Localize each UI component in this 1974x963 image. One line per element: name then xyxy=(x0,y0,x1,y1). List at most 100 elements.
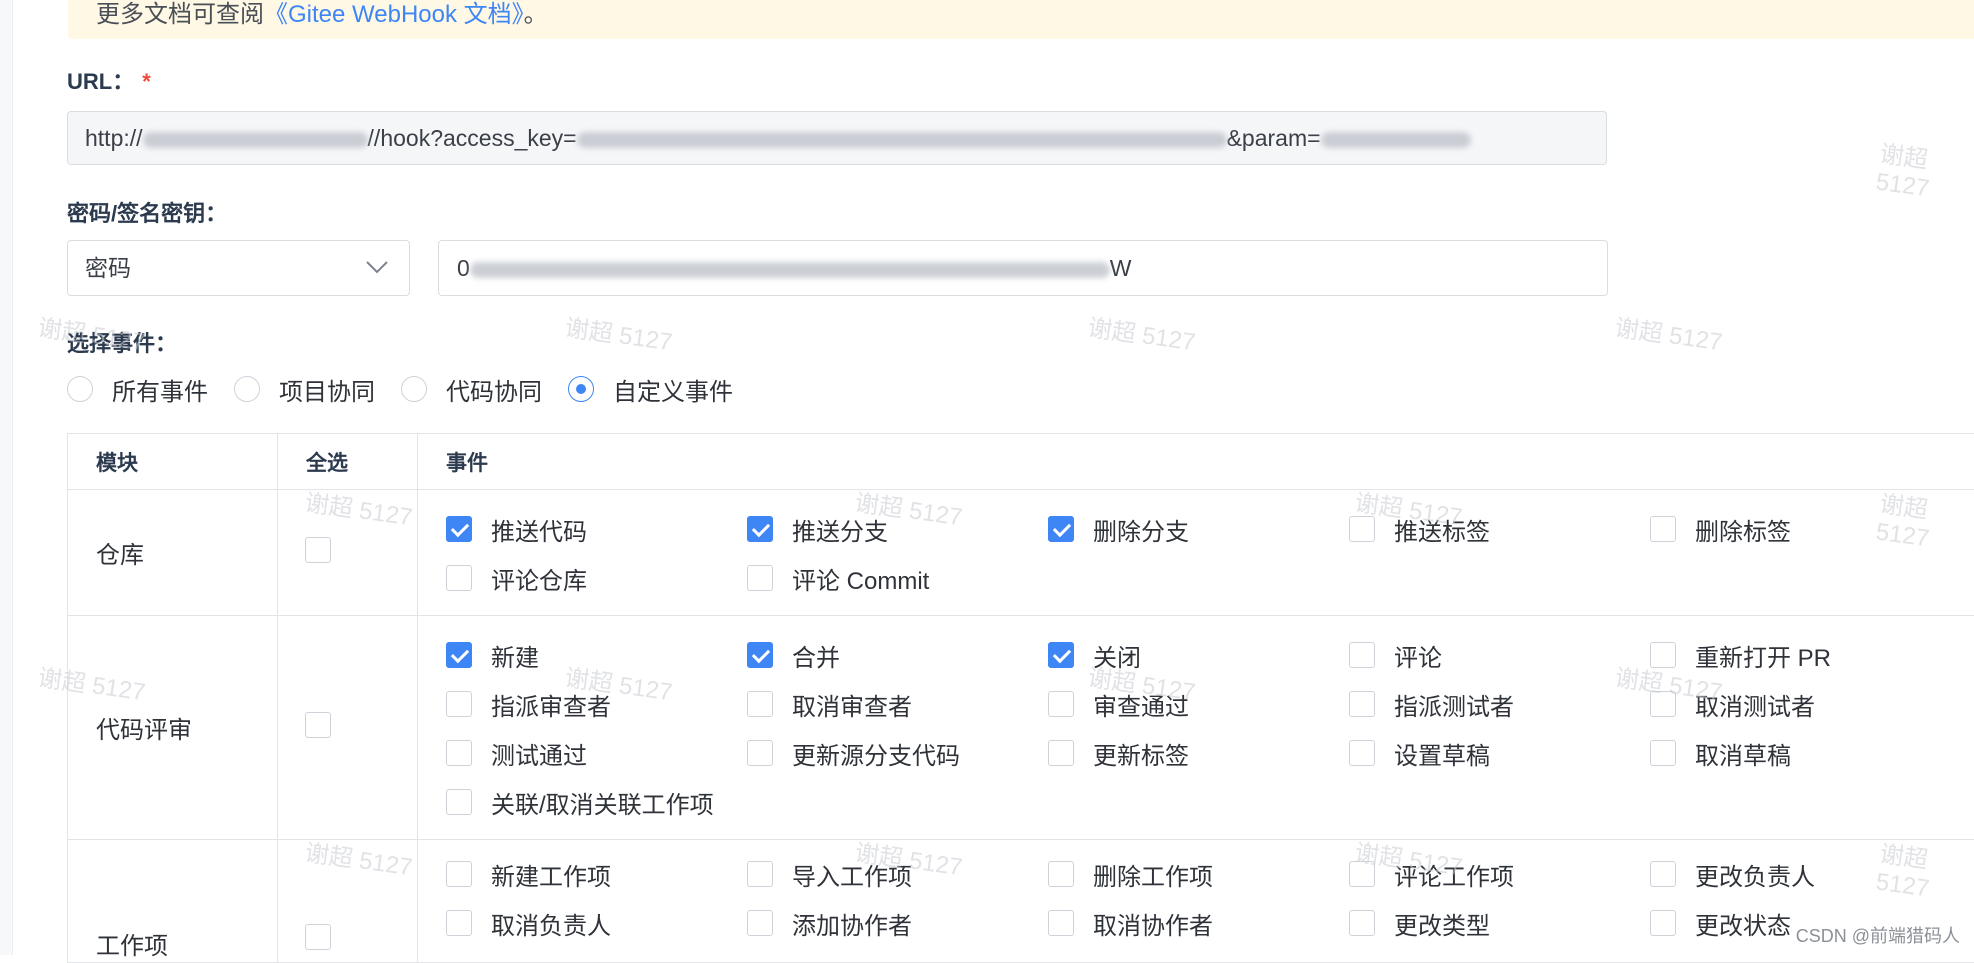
event-checkbox[interactable]: 更改负责人 xyxy=(1650,860,1951,888)
event-label: 重新打开 PR xyxy=(1695,638,1831,673)
event-checkbox[interactable]: 评论工作项 xyxy=(1349,860,1650,888)
table-row: 代码评审新建合并关闭评论重新打开 PR指派审查者取消审查者审查通过指派测试者取消… xyxy=(68,616,1974,840)
checkbox-unchecked xyxy=(1349,642,1375,668)
event-checkbox[interactable]: 审查通过 xyxy=(1048,690,1349,718)
event-checkbox[interactable]: 指派测试者 xyxy=(1349,690,1650,718)
url-field[interactable]: http:////hook?access_key=&param= xyxy=(67,111,1607,165)
checkbox-unchecked xyxy=(446,691,472,717)
url-value-end: &param= xyxy=(1227,125,1321,151)
event-checkbox[interactable]: 评论仓库 xyxy=(446,564,747,592)
event-checkbox[interactable]: 取消协作者 xyxy=(1048,909,1349,937)
checkbox-unchecked xyxy=(747,565,773,591)
checkbox-unchecked xyxy=(446,910,472,936)
event-checkbox[interactable]: 测试通过 xyxy=(446,739,747,767)
event-label: 指派测试者 xyxy=(1394,687,1514,722)
event-label: 评论 Commit xyxy=(792,561,929,596)
event-type-radio-group: 所有事件 项目协同 代码协同 自定义事件 xyxy=(67,372,759,406)
secret-type-value: 密码 xyxy=(85,255,131,281)
module-name: 代码评审 xyxy=(68,616,278,840)
events-label: 选择事件： xyxy=(67,326,177,358)
radio-label: 自定义事件 xyxy=(613,372,733,407)
event-label: 取消协作者 xyxy=(1093,906,1213,941)
event-label: 合并 xyxy=(792,638,840,673)
event-label: 更改状态 xyxy=(1695,906,1791,941)
radio-all-events[interactable]: 所有事件 xyxy=(67,372,208,407)
event-checkbox[interactable]: 重新打开 PR xyxy=(1650,641,1951,669)
checkbox-unchecked xyxy=(747,691,773,717)
event-checkbox[interactable]: 取消草稿 xyxy=(1650,739,1951,767)
checkbox-checked xyxy=(747,642,773,668)
secret-type-select[interactable]: 密码 xyxy=(67,240,410,296)
events-cell: 新建合并关闭评论重新打开 PR指派审查者取消审查者审查通过指派测试者取消测试者测… xyxy=(418,616,1974,840)
select-all-checkbox[interactable] xyxy=(305,537,331,563)
redacted-secret xyxy=(470,262,1110,278)
event-checkbox[interactable]: 取消负责人 xyxy=(446,909,747,937)
event-checkbox[interactable]: 推送代码 xyxy=(446,515,747,543)
event-checkbox[interactable]: 推送标签 xyxy=(1349,515,1650,543)
event-label: 更新源分支代码 xyxy=(792,736,960,771)
select-all-checkbox[interactable] xyxy=(305,712,331,738)
select-all-checkbox[interactable] xyxy=(305,924,331,950)
event-label: 添加协作者 xyxy=(792,906,912,941)
event-checkbox[interactable]: 删除分支 xyxy=(1048,515,1349,543)
event-checkbox[interactable]: 取消测试者 xyxy=(1650,690,1951,718)
module-name: 仓库 xyxy=(68,490,278,616)
url-value-mid: //hook?access_key= xyxy=(368,125,577,151)
checkbox-unchecked xyxy=(1349,861,1375,887)
event-checkbox[interactable]: 更改类型 xyxy=(1349,909,1650,937)
event-checkbox[interactable]: 评论 Commit xyxy=(747,564,1048,592)
event-label: 导入工作项 xyxy=(792,857,912,892)
event-checkbox[interactable]: 删除标签 xyxy=(1650,515,1951,543)
left-panel-edge xyxy=(0,0,13,955)
event-checkbox[interactable]: 合并 xyxy=(747,641,1048,669)
redacted-ip xyxy=(143,132,368,148)
event-checkbox[interactable]: 指派审查者 xyxy=(446,690,747,718)
watermark: 谢超 5127 xyxy=(1086,308,1198,358)
event-checkbox[interactable]: 更新标签 xyxy=(1048,739,1349,767)
checkbox-unchecked xyxy=(1650,740,1676,766)
secret-input[interactable]: 0W xyxy=(438,240,1608,296)
event-checkbox[interactable]: 更新源分支代码 xyxy=(747,739,1048,767)
checkbox-checked xyxy=(446,516,472,542)
event-label: 推送分支 xyxy=(792,512,888,547)
checkbox-unchecked xyxy=(1048,861,1074,887)
radio-custom-events[interactable]: 自定义事件 xyxy=(568,372,733,407)
event-checkbox[interactable]: 取消审查者 xyxy=(747,690,1048,718)
event-label: 更改类型 xyxy=(1394,906,1490,941)
event-checkbox[interactable]: 关闭 xyxy=(1048,641,1349,669)
chevron-down-icon xyxy=(365,259,389,275)
event-checkbox[interactable]: 导入工作项 xyxy=(747,860,1048,888)
event-checkbox[interactable]: 推送分支 xyxy=(747,515,1048,543)
checkbox-unchecked xyxy=(446,565,472,591)
radio-label: 所有事件 xyxy=(112,372,208,407)
radio-code-collab[interactable]: 代码协同 xyxy=(401,372,542,407)
doc-tip-banner: 更多文档可查阅《Gitee WebHook 文档》。 xyxy=(68,0,1974,39)
event-checkbox[interactable]: 评论 xyxy=(1349,641,1650,669)
watermark: 谢超 5127 xyxy=(1613,308,1725,358)
webhook-doc-link[interactable]: 《Gitee WebHook 文档》 xyxy=(264,1,524,28)
event-checkbox[interactable]: 设置草稿 xyxy=(1349,739,1650,767)
event-label: 取消负责人 xyxy=(491,906,611,941)
event-label: 审查通过 xyxy=(1093,687,1189,722)
event-checkbox[interactable]: 关联/取消关联工作项 xyxy=(446,788,747,816)
events-table: 模块 全选 事件 仓库推送代码推送分支删除分支推送标签删除标签评论仓库评论 Co… xyxy=(67,433,1974,963)
tip-suffix: 。 xyxy=(524,1,548,28)
event-checkbox[interactable]: 新建 xyxy=(446,641,747,669)
event-checkbox[interactable]: 删除工作项 xyxy=(1048,860,1349,888)
event-label: 关联/取消关联工作项 xyxy=(491,785,714,820)
checkbox-unchecked xyxy=(1650,691,1676,717)
url-label: URL：* xyxy=(67,64,151,96)
table-row: 工作项新建工作项导入工作项删除工作项评论工作项更改负责人取消负责人添加协作者取消… xyxy=(68,840,1974,963)
watermark: 谢超 5127 xyxy=(563,308,675,358)
select-all-cell xyxy=(278,616,418,840)
checkbox-checked xyxy=(747,516,773,542)
event-checkbox[interactable]: 添加协作者 xyxy=(747,909,1048,937)
radio-project-collab[interactable]: 项目协同 xyxy=(234,372,375,407)
event-label: 推送代码 xyxy=(491,512,587,547)
checkbox-unchecked xyxy=(446,789,472,815)
event-checkbox[interactable]: 新建工作项 xyxy=(446,860,747,888)
tip-prefix: 更多文档可查阅 xyxy=(96,1,264,28)
checkbox-unchecked xyxy=(1349,691,1375,717)
radio-circle xyxy=(67,376,93,402)
checkbox-unchecked xyxy=(1650,861,1676,887)
